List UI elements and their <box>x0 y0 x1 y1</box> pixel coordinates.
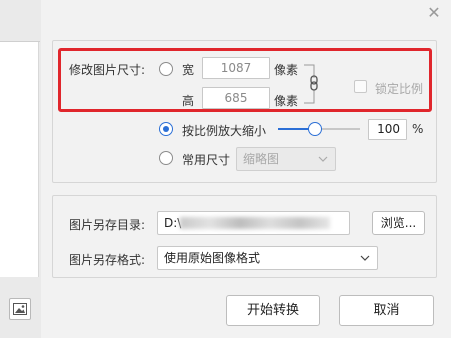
save-dir-field[interactable]: D:\ <box>157 211 350 235</box>
save-format-label: 图片另存格式: <box>69 253 146 267</box>
highlight-box <box>58 48 432 112</box>
image-icon <box>13 303 27 315</box>
chevron-down-icon <box>360 247 370 278</box>
start-convert-button[interactable]: 开始转换 <box>226 295 320 326</box>
cancel-button[interactable]: 取消 <box>339 295 434 326</box>
scale-value-field[interactable]: 100 <box>368 119 407 140</box>
common-size-select[interactable]: 缩略图 <box>236 147 336 171</box>
save-format-selected: 使用原始图像格式 <box>164 251 261 265</box>
left-pane <box>0 0 41 338</box>
save-dir-label: 图片另存目录: <box>69 218 146 232</box>
scale-label: 按比例放大缩小 <box>182 124 267 138</box>
scale-radio[interactable] <box>159 122 173 136</box>
scale-slider-thumb[interactable] <box>307 122 322 136</box>
common-size-label: 常用尺寸 <box>182 153 231 167</box>
add-image-button[interactable] <box>9 298 31 320</box>
close-button[interactable]: ✕ <box>424 2 444 22</box>
scale-unit: % <box>412 122 424 136</box>
save-format-select[interactable]: 使用原始图像格式 <box>157 246 378 270</box>
preview-list-area[interactable] <box>0 42 39 277</box>
common-size-selected: 缩略图 <box>243 152 280 166</box>
redacted-path <box>180 217 330 229</box>
save-dir-value: D:\ <box>164 216 182 230</box>
browse-button[interactable]: 浏览... <box>372 211 425 235</box>
common-size-radio[interactable] <box>159 151 173 165</box>
chevron-down-icon <box>318 148 328 179</box>
close-icon: ✕ <box>427 2 441 22</box>
